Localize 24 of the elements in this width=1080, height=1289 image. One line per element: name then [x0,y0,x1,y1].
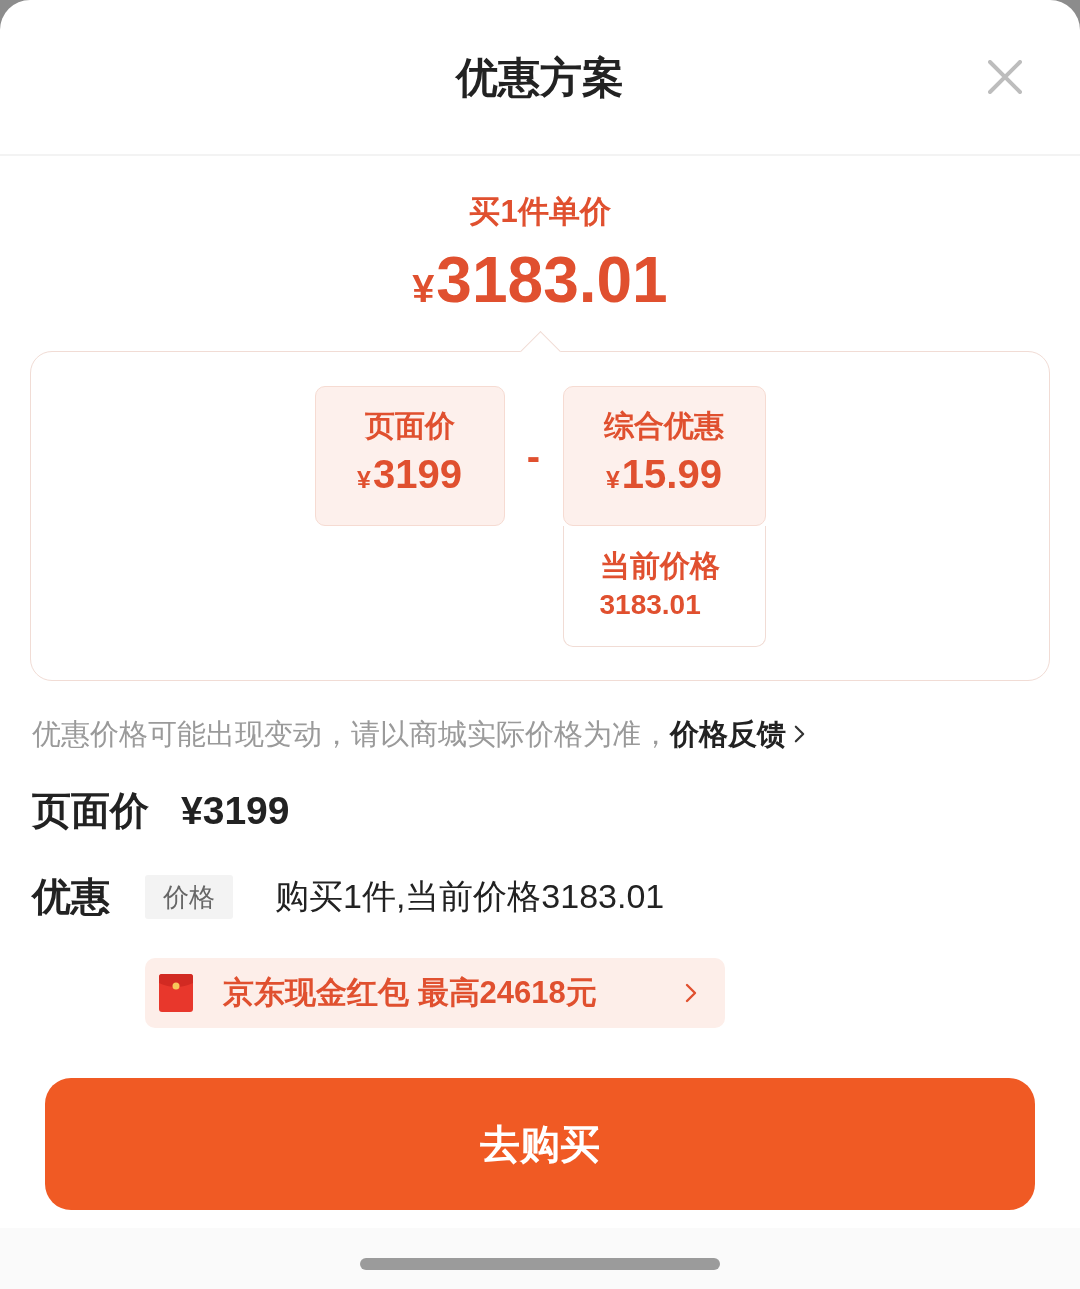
envelope-icon [159,974,193,1012]
page-price-label: 页面价 [364,408,455,444]
page-price-row-value: ¥3199 [181,788,290,834]
discount-value: ¥15.99 [606,451,722,498]
chevron-right-icon [685,983,697,1003]
cash-voucher-banner[interactable]: 京东现金红包 最高24618元 [145,958,725,1028]
price-tag: 价格 [145,875,233,919]
discount-label: 综合优惠 [604,408,724,444]
current-price-value: 3183.01 [599,588,701,622]
discount-description: 购买1件,当前价格3183.01 [275,876,665,917]
close-icon[interactable] [988,60,1022,94]
unit-price: ¥3183.01 [412,244,668,318]
dialog-title: 优惠方案 [456,53,624,103]
price-notice: 优惠价格可能出现变动，请以商城实际价格为准， [32,717,670,752]
unit-price-label: 买1件单价 [469,193,611,231]
chevron-right-icon [794,724,805,744]
current-price-label: 当前价格 [599,548,720,584]
cash-voucher-text: 京东现金红包 最高24618元 [223,974,597,1012]
buy-button[interactable]: 去购买 [45,1078,1035,1210]
minus-sign: - [525,433,542,480]
discount-row-label: 优惠 [32,874,111,920]
price-feedback-link[interactable]: 价格反馈 [670,714,805,754]
page-price-row-label: 页面价 [32,788,149,834]
page-price-value: ¥3199 [357,451,462,498]
